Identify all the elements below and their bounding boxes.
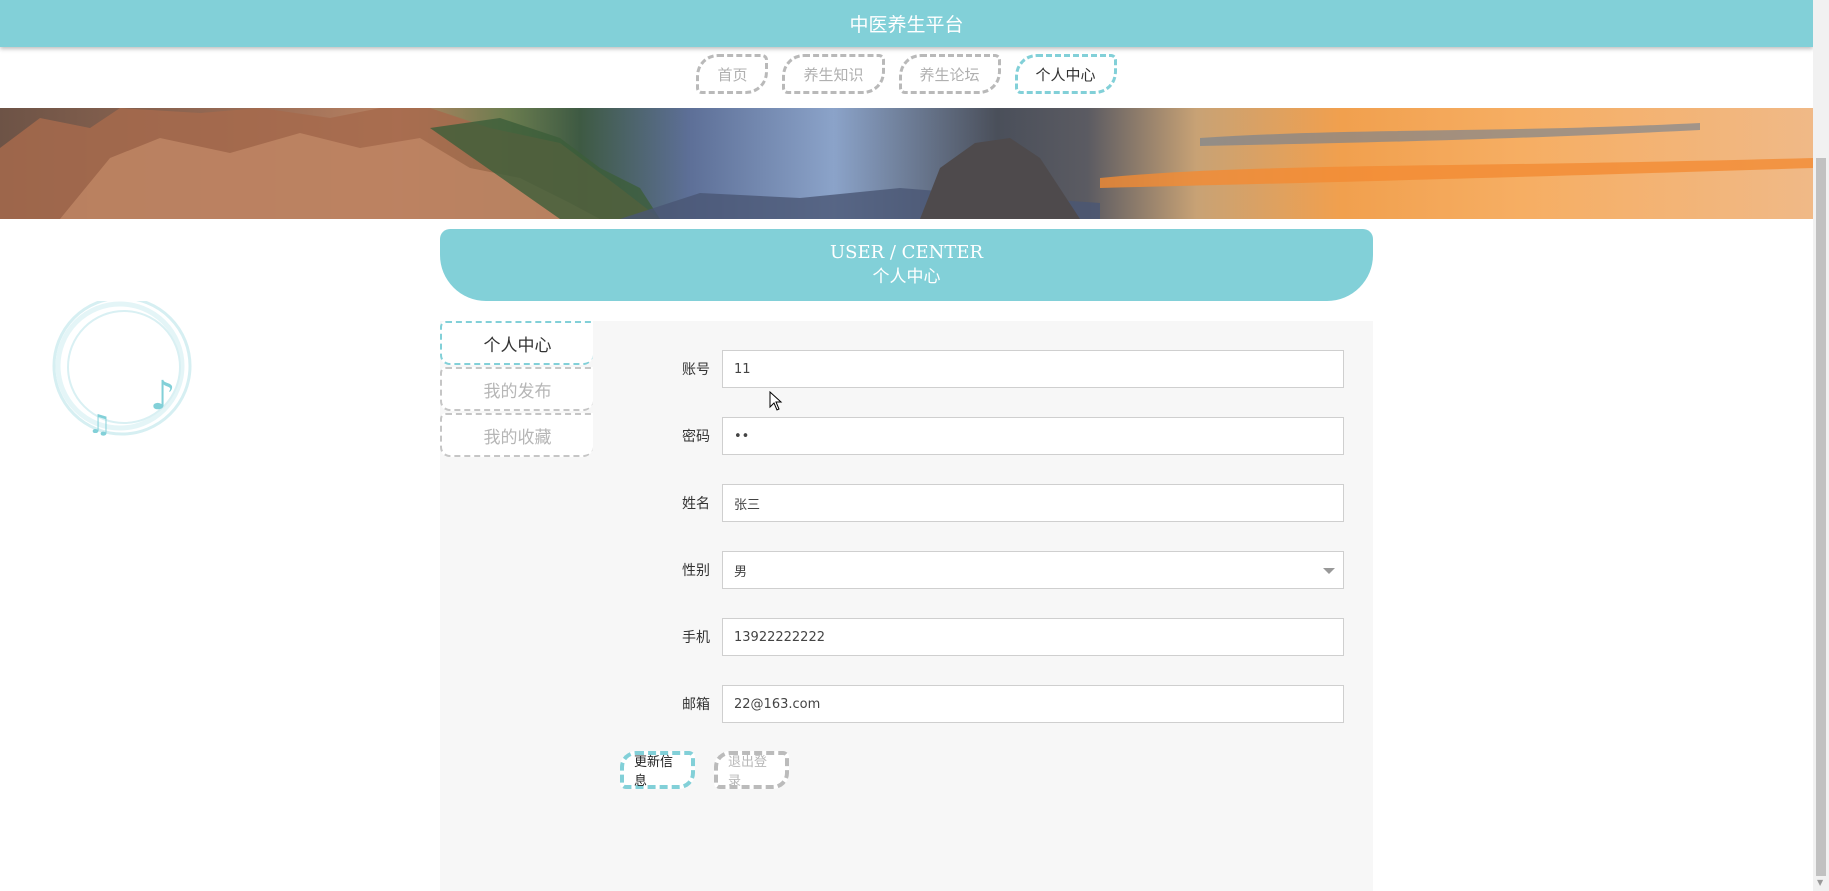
user-center-title-en: USER / CENTER — [829, 242, 984, 263]
main-nav: 首页 养生知识 养生论坛 个人中心 — [0, 54, 1813, 100]
nav-tab-home[interactable]: 首页 — [696, 54, 769, 94]
gender-selected-value: 男 — [734, 564, 748, 580]
scrollbar-thumb[interactable] — [1816, 158, 1826, 876]
password-input[interactable]: •• — [722, 417, 1344, 455]
gender-select[interactable]: 男 — [722, 551, 1344, 589]
name-label: 姓名 — [682, 496, 710, 512]
svg-text:♫: ♫ — [88, 410, 111, 436]
sidebar-item-my-posts[interactable]: 我的发布 — [440, 367, 593, 411]
password-row: 密码 •• — [660, 417, 1344, 455]
chevron-down-icon[interactable] — [1323, 568, 1335, 574]
page-scrollbar[interactable]: ▼ — [1813, 0, 1829, 891]
banner-image — [0, 108, 1813, 219]
nav-tab-health-knowledge[interactable]: 养生知识 — [782, 54, 885, 94]
phone-label: 手机 — [682, 630, 710, 646]
phone-input[interactable]: 13922222222 — [722, 618, 1344, 656]
sidebar-item-personal-center[interactable]: 个人中心 — [440, 321, 593, 365]
phone-row: 手机 13922222222 — [660, 618, 1344, 656]
sidebar-menu: 个人中心 我的发布 我的收藏 — [440, 321, 593, 459]
password-label: 密码 — [682, 429, 710, 445]
site-title: 中医养生平台 — [849, 14, 964, 36]
email-row: 邮箱 22@163.com — [660, 685, 1344, 723]
nav-tab-health-forum[interactable]: 养生论坛 — [898, 54, 1001, 94]
scroll-down-arrow-icon[interactable]: ▼ — [1817, 878, 1823, 887]
nav-tab-personal-center[interactable]: 个人中心 — [1014, 54, 1117, 94]
account-input[interactable]: 11 — [722, 350, 1344, 388]
name-row: 姓名 张三 — [660, 484, 1344, 522]
sidebar-item-my-favorites[interactable]: 我的收藏 — [440, 413, 593, 457]
update-info-button[interactable]: 更新信息 — [620, 751, 695, 789]
gender-label: 性别 — [682, 563, 710, 579]
mouse-cursor-icon — [769, 391, 783, 411]
email-input[interactable]: 22@163.com — [722, 685, 1344, 723]
email-label: 邮箱 — [682, 697, 710, 713]
user-center-title-cn: 个人中心 — [872, 267, 941, 287]
gender-row: 性别 男 — [660, 551, 1344, 589]
account-label: 账号 — [682, 362, 710, 378]
name-input[interactable]: 张三 — [722, 484, 1344, 522]
top-header-bar: 中医养生平台 — [0, 0, 1813, 47]
account-row: 账号 11 — [660, 350, 1344, 388]
svg-text:♪: ♪ — [150, 373, 176, 419]
music-notes-icon: ♪ ♫ — [52, 301, 192, 436]
user-center-header: USER / CENTER 个人中心 — [440, 229, 1373, 301]
logout-button[interactable]: 退出登录 — [714, 751, 789, 789]
